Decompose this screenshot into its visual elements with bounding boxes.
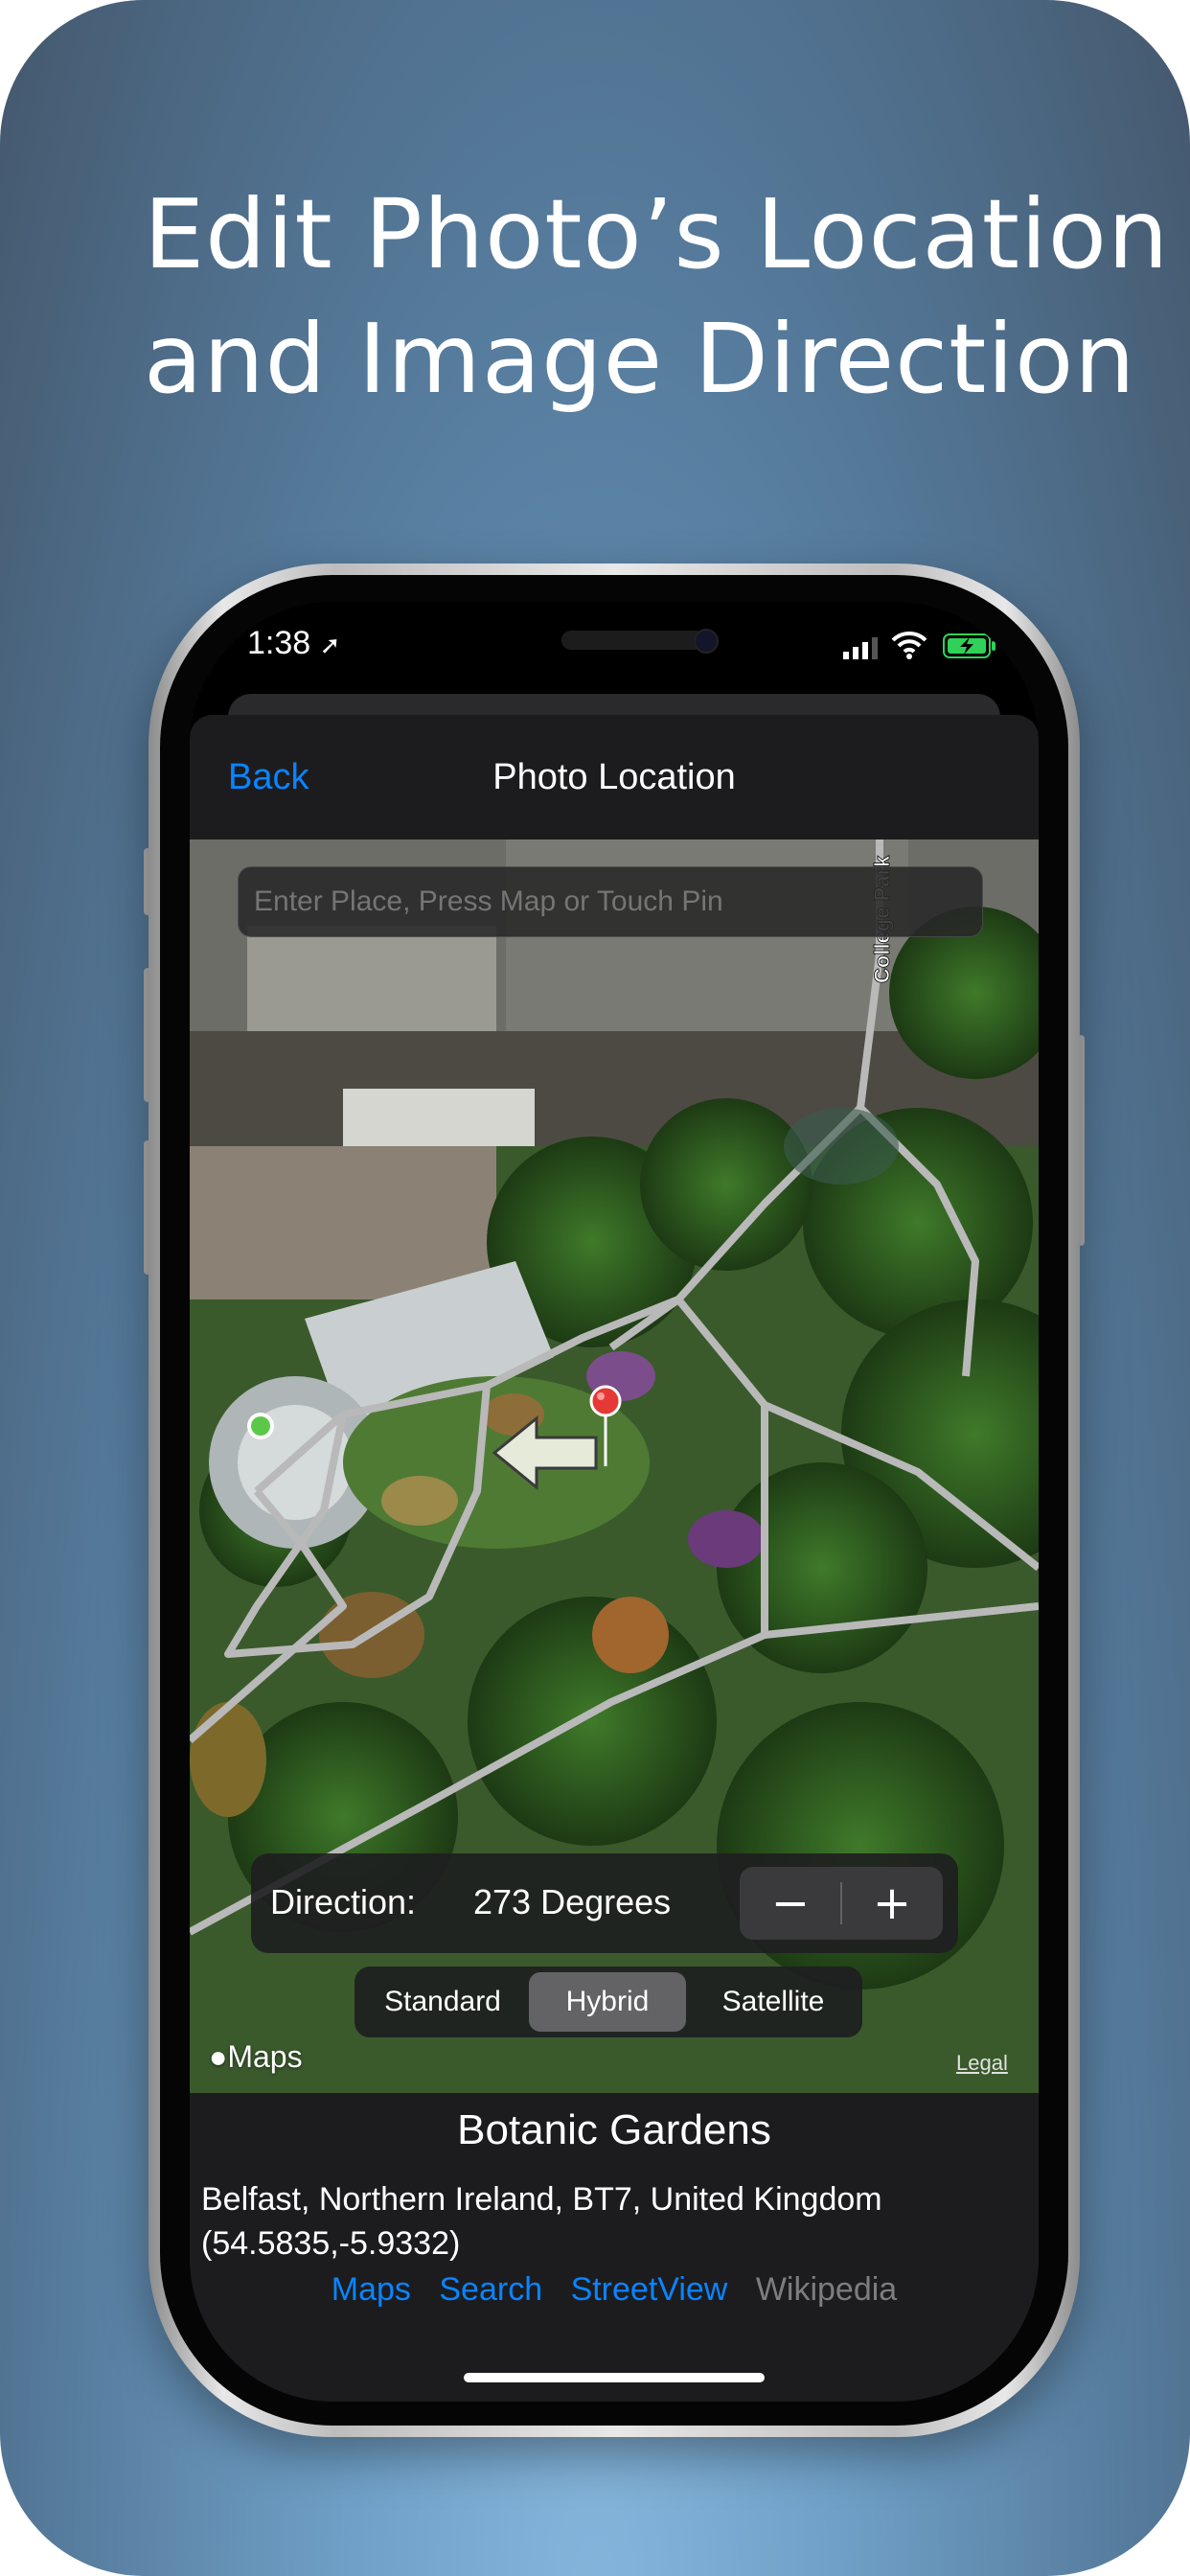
location-info-panel: Botanic Gardens Belfast, Northern Irelan…	[190, 2093, 1039, 2402]
search-link[interactable]: Search	[439, 2271, 542, 2308]
address-block: Belfast, Northern Ireland, BT7, United K…	[201, 2177, 882, 2266]
navigation-bar: Back Photo Location	[190, 715, 1039, 840]
external-links: Maps Search StreetView Wikipedia	[190, 2271, 1039, 2309]
wifi-icon	[891, 631, 927, 659]
headline: Edit Photo’s Location and Image Directio…	[144, 172, 1170, 422]
phone-screen: 1:38 ➚ Back Photo Location Enter Place, …	[190, 602, 1039, 2402]
map-type-segmented-control: Standard Hybrid Satellite	[355, 1966, 862, 2037]
place-search-input[interactable]	[238, 866, 983, 937]
home-indicator[interactable]	[464, 2373, 765, 2382]
status-time: 1:38 ➚	[247, 625, 341, 661]
segment-satellite[interactable]: Satellite	[690, 1972, 857, 2032]
direction-control: Direction: 273 Degrees − +	[251, 1853, 958, 1953]
address-line: Belfast, Northern Ireland, BT7, United K…	[201, 2181, 882, 2218]
decrement-button[interactable]: −	[740, 1867, 841, 1940]
wikipedia-link[interactable]: Wikipedia	[756, 2271, 897, 2308]
page-title: Photo Location	[492, 757, 736, 797]
direction-value: 273 Degrees	[473, 1882, 672, 1921]
signal-icon	[843, 637, 878, 659]
headline-line-2: and Image Direction	[144, 303, 1136, 415]
coordinates-line: (54.5835,-5.9332)	[201, 2225, 461, 2262]
apple-logo-icon: ●	[209, 2039, 228, 2074]
front-camera	[694, 629, 719, 654]
streetview-link[interactable]: StreetView	[571, 2271, 728, 2308]
speaker-grille	[561, 631, 705, 650]
status-bar: 1:38 ➚	[190, 602, 1039, 698]
location-pin-icon[interactable]	[586, 1384, 625, 1470]
user-location-icon	[247, 1413, 274, 1439]
map-view[interactable]: College Park Direction: 273 Degrees	[190, 840, 1039, 2093]
segment-standard[interactable]: Standard	[360, 1972, 525, 2032]
photo-location-sheet: Back Photo Location Enter Place, Press M…	[190, 715, 1039, 2402]
place-name: Botanic Gardens	[457, 2106, 771, 2153]
direction-label: Direction:	[270, 1882, 417, 1921]
battery-charging-icon	[943, 633, 995, 658]
location-arrow-icon: ➚	[319, 631, 341, 659]
direction-arrow-icon[interactable]	[492, 1414, 598, 1491]
increment-button[interactable]: +	[841, 1867, 943, 1940]
promo-background: Edit Photo’s Location and Image Directio…	[0, 0, 1190, 2576]
headline-line-1: Edit Photo’s Location	[144, 178, 1170, 290]
direction-stepper: − +	[740, 1867, 943, 1940]
legal-link[interactable]: Legal	[956, 2051, 1008, 2076]
maps-link[interactable]: Maps	[332, 2271, 411, 2308]
apple-maps-logo: ●Maps	[209, 2039, 303, 2074]
segment-hybrid[interactable]: Hybrid	[529, 1972, 686, 2032]
